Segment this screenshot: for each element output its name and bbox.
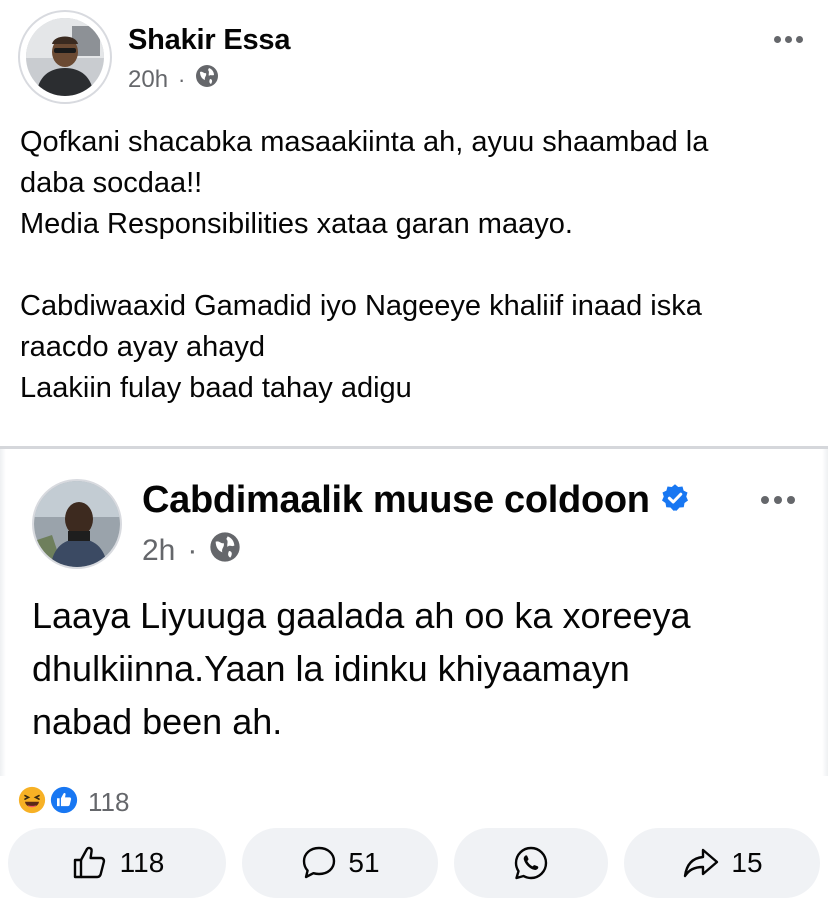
shared-post-time: 2h xyxy=(142,534,176,567)
post-text-line: daba socdaa!! xyxy=(20,167,203,199)
meta-separator: · xyxy=(187,534,198,567)
comment-button[interactable]: 51 xyxy=(242,828,438,898)
card-edge xyxy=(822,449,828,776)
shared-more-options-icon xyxy=(754,485,802,515)
more-dot xyxy=(761,496,769,504)
globe-icon xyxy=(195,64,219,95)
action-bar: 118 51 15 xyxy=(0,828,828,900)
like-icon xyxy=(48,784,80,821)
like-count: 118 xyxy=(119,847,165,878)
share-count: 15 xyxy=(731,847,763,878)
whatsapp-icon xyxy=(512,844,550,882)
post-text-line: Cabdiwaaxid Gamadid iyo Nageeye khaliif … xyxy=(20,290,702,322)
post-text-line: Laakiin fulay baad tahay adigu xyxy=(20,372,412,404)
author-photo xyxy=(26,18,104,96)
shared-author-name: Cabdimaalik muuse coldoon xyxy=(142,479,650,521)
author-name[interactable]: Shakir Essa xyxy=(128,24,290,57)
shared-post-image[interactable]: Cabdimaalik muuse coldoon 2h · Laaya Liy… xyxy=(0,446,828,776)
like-button[interactable]: 118 xyxy=(8,828,226,898)
thumbs-up-icon xyxy=(70,843,110,883)
post-header: Shakir Essa 20h · xyxy=(0,0,828,110)
more-dot xyxy=(774,496,782,504)
more-dot xyxy=(795,35,803,43)
share-button[interactable]: 15 xyxy=(624,828,820,898)
share-arrow-icon xyxy=(681,843,721,883)
reactions-count: 118 xyxy=(88,787,130,817)
post-body: Qofkani shacabka masaakiinta ah, ayuu sh… xyxy=(20,122,810,409)
more-dot xyxy=(784,35,792,43)
post-more-options-button[interactable] xyxy=(768,22,808,56)
post-text-line: Qofkani shacabka masaakiinta ah, ayuu sh… xyxy=(20,126,709,158)
comment-count: 51 xyxy=(348,847,380,878)
more-dot xyxy=(773,35,781,43)
globe-icon xyxy=(209,531,241,571)
shared-post-meta: 2h · xyxy=(142,531,241,571)
verified-badge-icon xyxy=(660,483,690,518)
post-text-line: raacdo ayay ahayd xyxy=(20,331,266,363)
shared-post-text: Laaya Liyuuga gaalada ah oo ka xoreeya d… xyxy=(32,589,802,748)
reactions-summary[interactable]: 118 xyxy=(16,784,129,821)
post-meta: 20h · xyxy=(128,64,219,95)
shared-author-avatar xyxy=(32,479,122,569)
haha-icon xyxy=(16,784,48,821)
post-time[interactable]: 20h xyxy=(128,66,168,94)
shared-text-line: nabad been ah. xyxy=(32,701,283,742)
whatsapp-share-button[interactable] xyxy=(454,828,608,898)
shared-text-line: Laaya Liyuuga gaalada ah oo ka xoreeya xyxy=(32,595,691,636)
post-text-line: Media Responsibilities xataa garan maayo… xyxy=(20,208,573,240)
shared-author-row: Cabdimaalik muuse coldoon xyxy=(142,479,690,522)
comment-icon xyxy=(300,844,338,882)
author-avatar[interactable] xyxy=(18,10,112,104)
shared-text-line: dhulkiinna.Yaan la idinku khiyaamayn xyxy=(32,648,630,689)
card-edge xyxy=(0,449,6,776)
meta-separator: · xyxy=(178,66,186,92)
more-dot xyxy=(787,496,795,504)
